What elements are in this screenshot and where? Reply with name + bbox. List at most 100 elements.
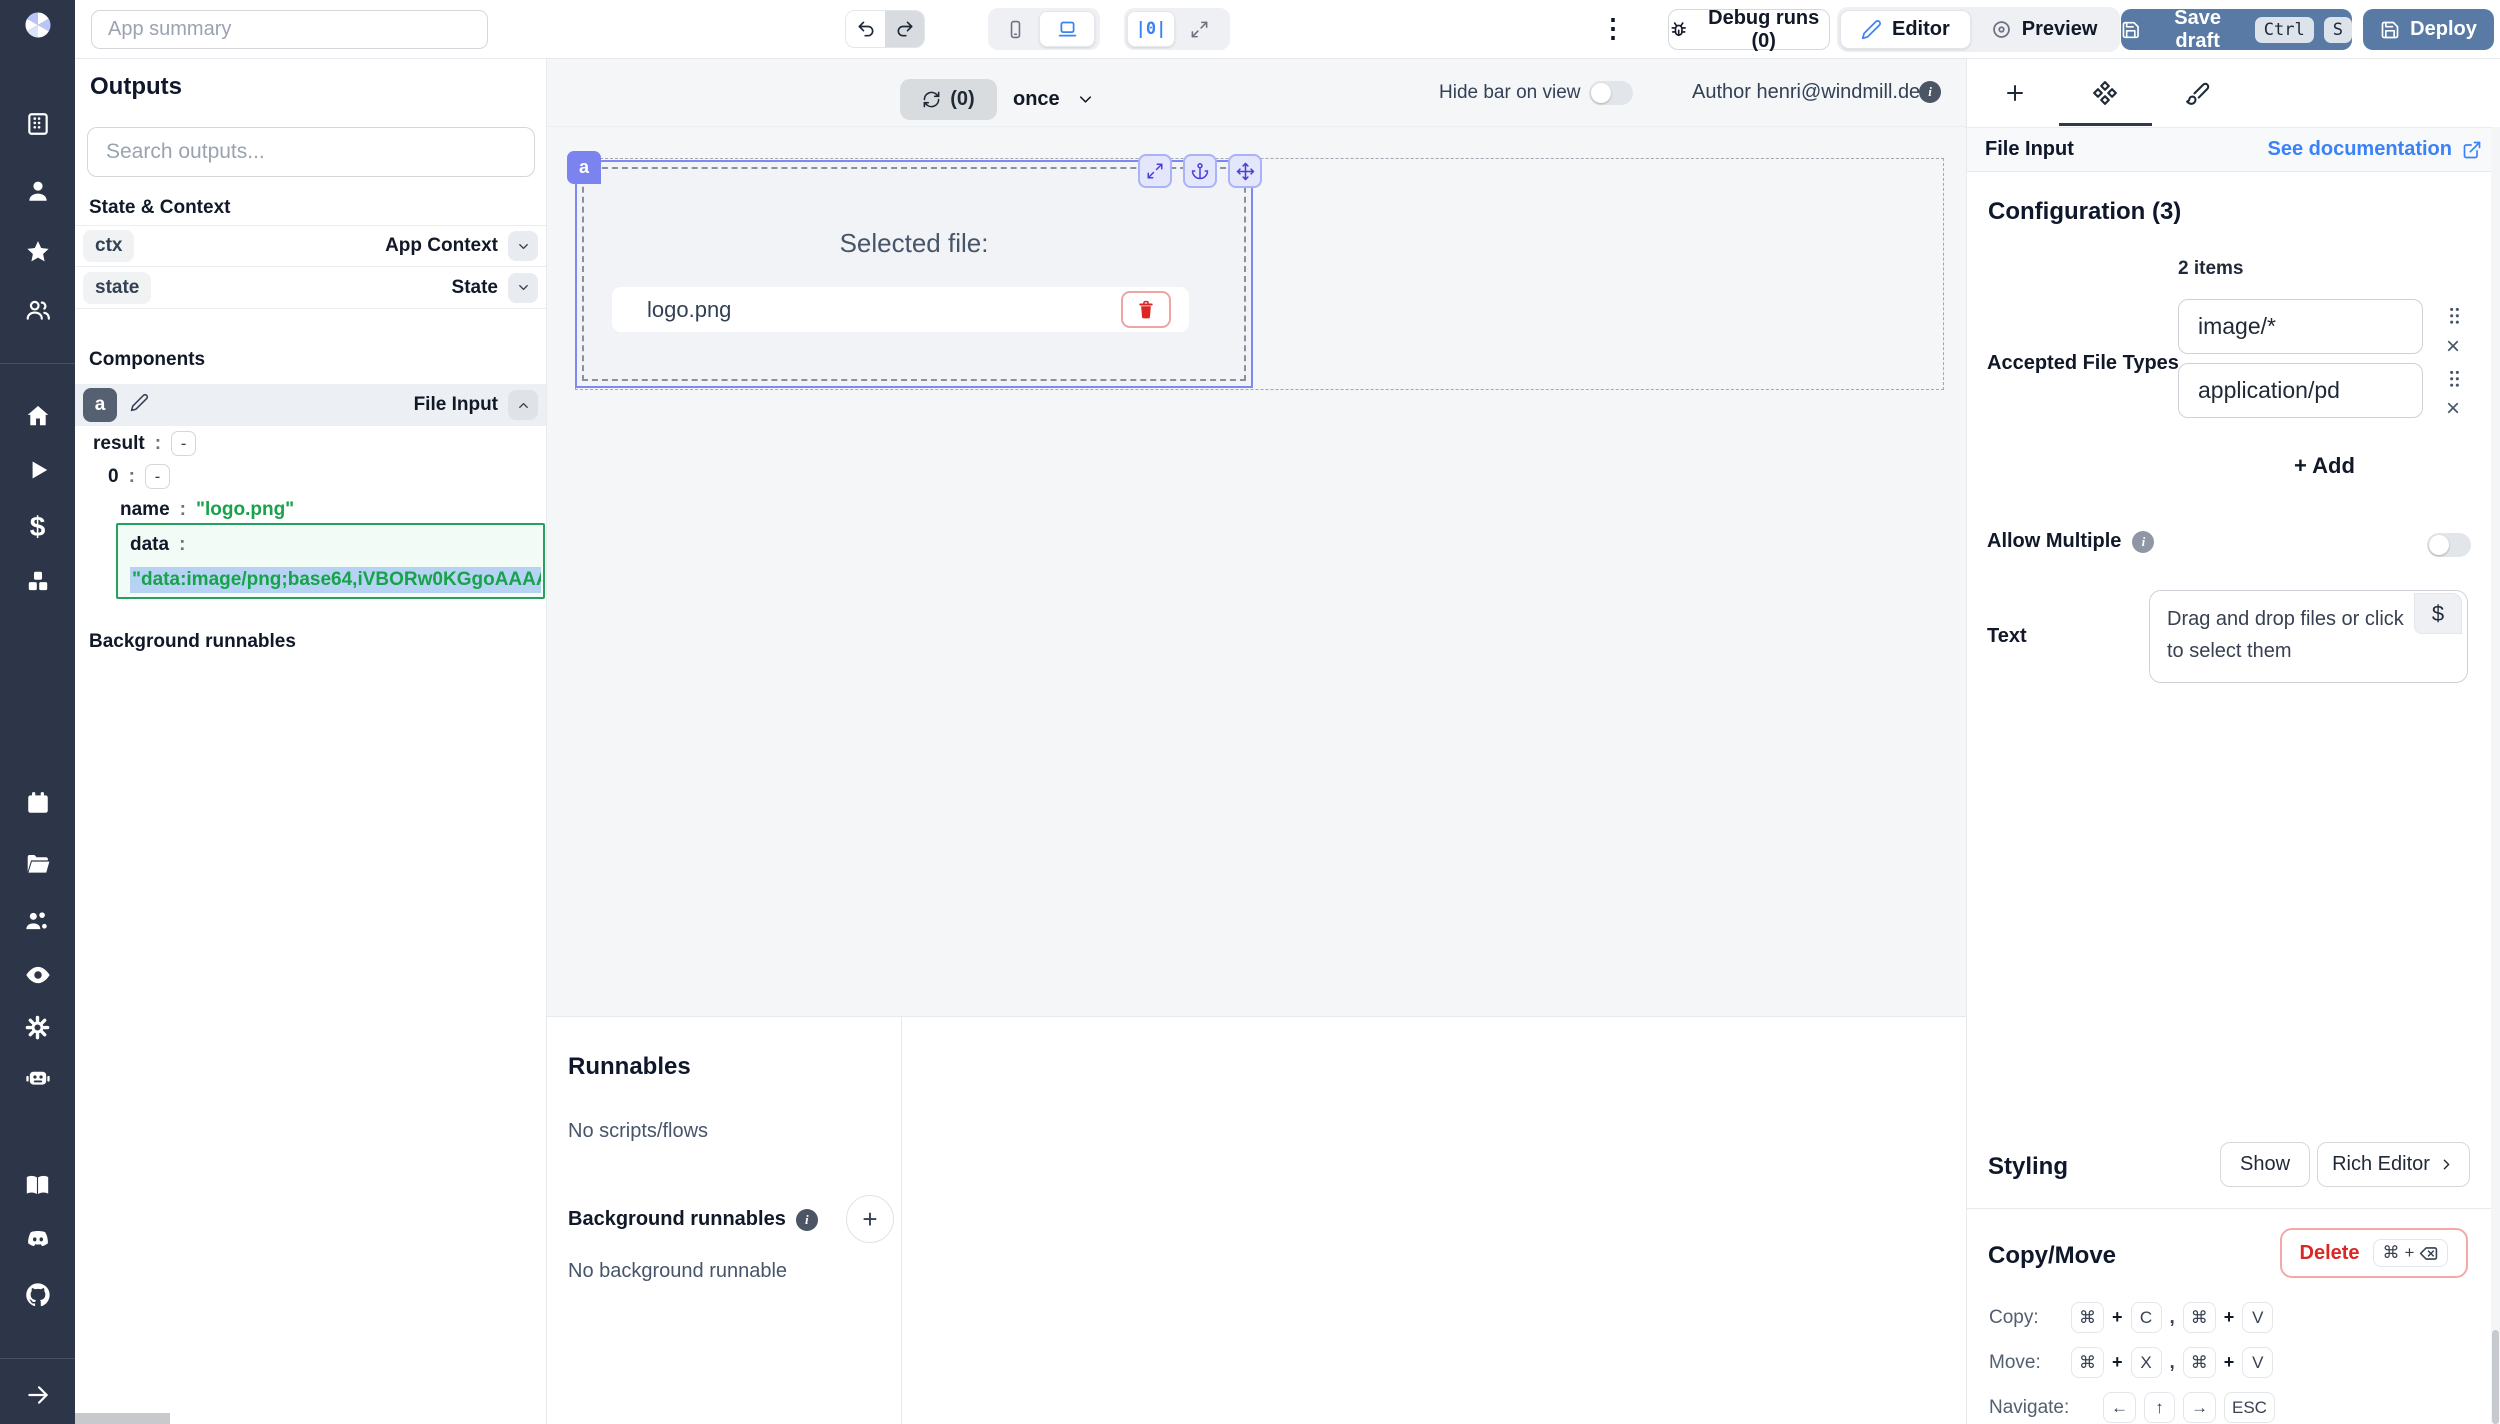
variables-dollar-icon[interactable]: $	[21, 510, 55, 544]
command-icon: ⌘	[2383, 1243, 2400, 1263]
file-input-component[interactable]: Selected file: logo.png	[575, 160, 1253, 388]
styling-show-button[interactable]: Show	[2220, 1142, 2310, 1187]
scrollbar-thumb[interactable]	[2492, 1330, 2499, 1424]
save-draft-button[interactable]: Save draft Ctrl S	[2121, 9, 2352, 50]
move-component-handle[interactable]	[1228, 154, 1262, 188]
refresh-count: (0)	[950, 88, 974, 111]
data-base64-value[interactable]: "data:image/png;base64,iVBORw0KGgoAAAANS…	[130, 567, 541, 593]
anchor-component-handle[interactable]	[1183, 154, 1217, 188]
connect-dollar-button[interactable]: $	[2414, 593, 2462, 634]
search-outputs-input[interactable]	[87, 127, 535, 177]
home-icon[interactable]	[21, 399, 55, 433]
windmill-app-editor: $	[0, 0, 2500, 1424]
data-highlight-box[interactable]: data : "data:image/png;base64,iVBORw0KGg…	[116, 523, 545, 599]
expand-canvas-button[interactable]	[1175, 11, 1223, 47]
desktop-view-button[interactable]	[1039, 11, 1095, 47]
docs-book-icon[interactable]	[21, 1168, 55, 1202]
kbd-c: C	[2131, 1302, 2162, 1333]
debug-runs-button[interactable]: Debug runs (0)	[1668, 9, 1830, 50]
plus-sep: +	[2112, 1352, 2123, 1373]
backspace-icon	[2419, 1244, 2438, 1263]
schedules-calendar-icon[interactable]	[21, 786, 55, 820]
accepted-file-types-label: Accepted File Types	[1987, 352, 2179, 375]
drag-handle-icon[interactable]	[2446, 368, 2463, 396]
author-label: Author henri@windmill.dev	[1692, 81, 1930, 104]
device-toggle-group	[988, 8, 1100, 50]
state-row[interactable]: state State	[75, 267, 546, 309]
undo-redo-group	[845, 10, 925, 48]
background-empty-text: No background runnable	[568, 1260, 787, 1283]
collapse-arrow-right-icon[interactable]	[21, 1378, 55, 1412]
background-info-icon[interactable]: i	[796, 1209, 818, 1231]
remove-type-2-button[interactable]: ×	[2446, 397, 2460, 421]
ctx-row[interactable]: ctx App Context	[75, 225, 546, 267]
horizontal-scrollbar[interactable]	[75, 1413, 170, 1424]
drag-handle-icon[interactable]	[2446, 305, 2463, 333]
rail-divider-bottom	[0, 1358, 75, 1359]
hide-bar-toggle[interactable]	[1589, 81, 1633, 105]
recompute-button[interactable]: (0)	[900, 79, 997, 120]
vertical-scrollbar[interactable]	[2491, 127, 2500, 1424]
ai-bot-icon[interactable]	[21, 1060, 55, 1094]
mobile-view-button[interactable]	[991, 11, 1039, 47]
user-icon[interactable]	[21, 174, 55, 208]
tree-colon: :	[180, 499, 186, 521]
expand-component-handle[interactable]	[1138, 154, 1172, 188]
github-icon[interactable]	[21, 1278, 55, 1312]
maximize-icon	[1190, 20, 1209, 39]
folders-icon[interactable]	[21, 847, 55, 881]
runs-play-icon[interactable]	[21, 453, 55, 487]
remove-file-button[interactable]	[1121, 291, 1171, 328]
delete-component-button[interactable]: Delete ⌘ +	[2280, 1228, 2468, 1278]
see-documentation-link[interactable]: See documentation	[2268, 138, 2482, 161]
tab-insert-component[interactable]	[1995, 73, 2035, 113]
state-expand-button[interactable]	[508, 273, 538, 303]
tab-preview[interactable]: Preview	[1971, 10, 2118, 49]
allow-multiple-toggle[interactable]	[2427, 533, 2471, 557]
rich-editor-button[interactable]: Rich Editor	[2317, 1142, 2470, 1187]
redo-button[interactable]	[885, 11, 924, 47]
deploy-button[interactable]: Deploy	[2363, 9, 2494, 50]
collapse-result-button[interactable]: -	[171, 431, 196, 456]
component-canvas-badge[interactable]: a	[567, 151, 601, 184]
component-collapse-button[interactable]	[508, 390, 538, 420]
workspace-icon[interactable]	[21, 107, 55, 141]
tree-key: result	[93, 433, 145, 455]
state-badge: state	[83, 272, 151, 304]
comma-sep: ,	[2170, 1352, 2175, 1374]
component-a-row[interactable]: a File Input	[75, 384, 546, 426]
favorites-star-icon[interactable]	[21, 235, 55, 269]
accepted-type-input-1[interactable]	[2178, 299, 2423, 354]
settings-gear-icon[interactable]	[21, 1010, 55, 1044]
undo-button[interactable]	[846, 11, 885, 47]
add-background-runnable-button[interactable]: +	[846, 1195, 894, 1243]
collapse-zero-button[interactable]: -	[145, 464, 170, 489]
remove-type-1-button[interactable]: ×	[2446, 335, 2460, 359]
resources-boxes-icon[interactable]	[21, 564, 55, 598]
kbd-letter: V	[2252, 1353, 2263, 1373]
center-canvas-button[interactable]: |0|	[1127, 11, 1175, 47]
tab-editor[interactable]: Editor	[1840, 10, 1971, 49]
tab-component-settings[interactable]	[2085, 73, 2125, 113]
discord-icon[interactable]	[21, 1222, 55, 1256]
active-tab-underline	[2059, 123, 2152, 126]
groups-icon[interactable]	[21, 293, 55, 327]
preview-label: Preview	[2022, 18, 2098, 41]
items-count: 2 items	[2178, 258, 2243, 280]
kbd-v: V	[2242, 1302, 2273, 1333]
add-file-type-button[interactable]: + Add	[2294, 453, 2355, 479]
author-info-icon[interactable]: i	[1919, 81, 1941, 103]
windmill-logo-icon[interactable]	[21, 8, 55, 42]
audit-eye-icon[interactable]	[21, 958, 55, 992]
refresh-mode-select[interactable]: once	[1013, 79, 1095, 120]
edit-id-button[interactable]	[130, 393, 149, 417]
workers-users-gear-icon[interactable]	[21, 904, 55, 938]
app-summary-input[interactable]	[91, 10, 488, 49]
editor-label: Editor	[1892, 18, 1950, 41]
allow-multiple-info-icon[interactable]: i	[2132, 531, 2154, 553]
more-menu-button[interactable]: ⋮	[1600, 15, 1626, 41]
save-floppy-icon	[2121, 20, 2141, 40]
ctx-expand-button[interactable]	[508, 231, 538, 261]
tab-styling[interactable]	[2177, 73, 2217, 113]
accepted-type-input-2[interactable]	[2178, 363, 2423, 418]
